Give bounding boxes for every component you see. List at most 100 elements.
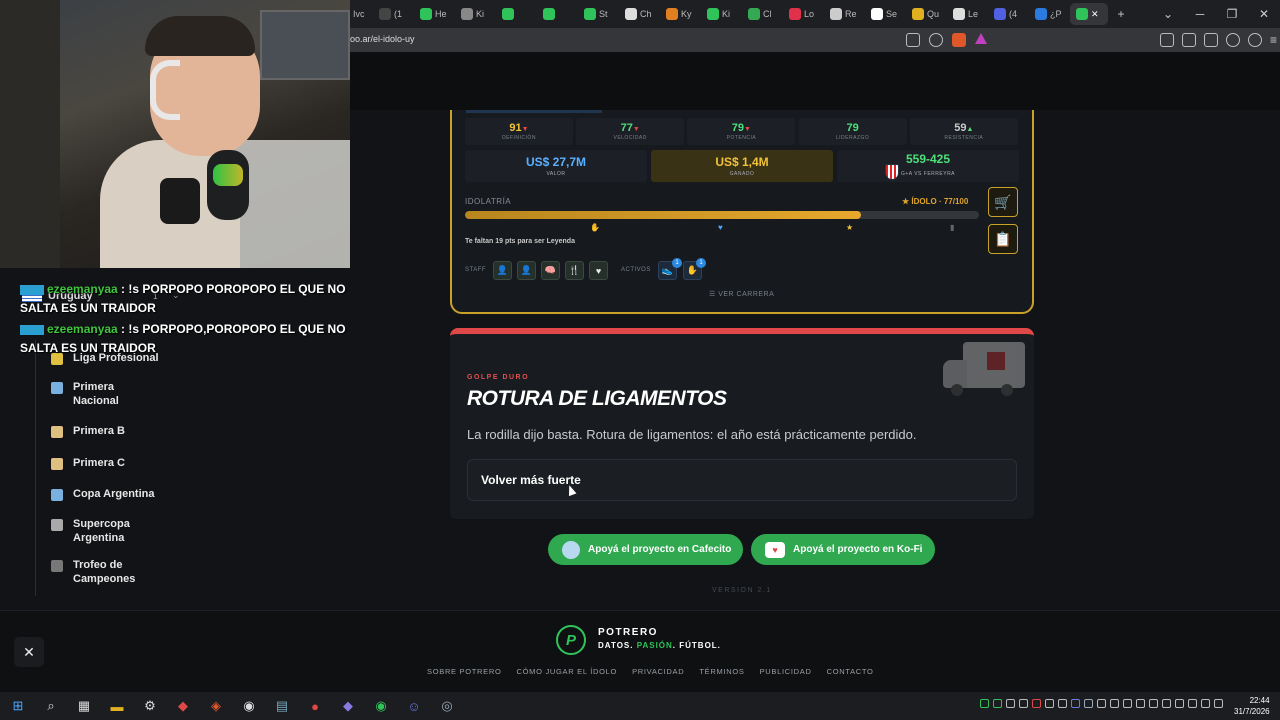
app-icon[interactable]: ◆ [168, 695, 198, 717]
staff-coach-icon[interactable]: 👤 [493, 261, 512, 280]
shop-button[interactable]: 🛒 [988, 187, 1018, 217]
tray-icon[interactable] [1201, 699, 1210, 708]
browser-tab[interactable]: Se [865, 3, 906, 25]
browser-tab[interactable] [537, 3, 578, 25]
extensions-icon[interactable] [1160, 33, 1174, 47]
idolatria-score: ★ ÍDOLO · 77/100 [902, 197, 969, 206]
clipboard-button[interactable]: 📋 [988, 224, 1018, 254]
obs-icon[interactable]: ◉ [234, 695, 264, 717]
active-tab[interactable]: ✕ [1070, 3, 1108, 25]
tray-icon[interactable] [1136, 699, 1145, 708]
close-tab-icon[interactable]: ✕ [1091, 9, 1099, 20]
tray-icon[interactable] [993, 699, 1002, 708]
sidebar-item[interactable]: Trofeo de Campeones [73, 558, 145, 586]
browser-tab[interactable]: (1 [373, 3, 414, 25]
sidebar-item[interactable]: Copa Argentina [73, 487, 183, 501]
sidebar-item[interactable]: Supercopa Argentina [73, 517, 145, 545]
potrero-logo[interactable]: P [556, 625, 586, 655]
tray-icon[interactable] [1188, 699, 1197, 708]
staff-psychologist-icon[interactable]: 🧠 [541, 261, 560, 280]
record-icon[interactable]: ● [300, 695, 330, 717]
tray-icon[interactable] [1071, 699, 1080, 708]
hand-icon: ✋ [590, 223, 600, 232]
browser-tab[interactable]: Lo [783, 3, 824, 25]
discord-icon[interactable]: ☺ [399, 695, 429, 717]
steam-icon[interactable]: ◎ [432, 695, 462, 717]
tray-icon[interactable] [1110, 699, 1119, 708]
tray-icon[interactable] [1123, 699, 1132, 708]
notepad-icon[interactable]: ▤ [267, 695, 297, 717]
browser-tab[interactable]: ¿P [1029, 3, 1070, 25]
tray-icon[interactable] [1214, 699, 1223, 708]
tray-icon[interactable] [1058, 699, 1067, 708]
footer-link[interactable]: SOBRE POTRERO [427, 667, 502, 676]
vs-icon[interactable]: ◆ [333, 695, 363, 717]
browser-tab[interactable]: Re [824, 3, 865, 25]
browser-tab[interactable]: Le [947, 3, 988, 25]
x-social-button[interactable]: ✕ [14, 637, 44, 667]
menu-icon[interactable]: ≡ [1270, 33, 1277, 47]
tray-icon[interactable] [1019, 699, 1028, 708]
staff-medic-icon[interactable]: ♥ [589, 261, 608, 280]
competition-icon [51, 519, 63, 531]
footer-link[interactable]: PRIVACIDAD [632, 667, 684, 676]
browser-tab[interactable]: Cl [742, 3, 783, 25]
spotify-icon[interactable]: ◉ [366, 695, 396, 717]
tab-favicon-icon [830, 8, 842, 20]
url-text[interactable]: oo.ar/el-idolo-uy [350, 34, 415, 44]
sidebar-item[interactable]: Primera Nacional [73, 380, 145, 408]
tray-icon[interactable] [1032, 699, 1041, 708]
windows-start-icon[interactable]: ⊞ [3, 695, 33, 717]
sidebar-item[interactable]: Primera C [73, 456, 183, 470]
browser-tab[interactable] [496, 3, 537, 25]
wallet-icon[interactable] [1204, 33, 1218, 47]
browser-tab[interactable]: Qu [906, 3, 947, 25]
sidebar-item[interactable]: Primera B [73, 424, 183, 438]
webcam-door [0, 0, 60, 268]
cafecito-icon [562, 540, 580, 559]
tray-icon[interactable] [1162, 699, 1171, 708]
tray-icon[interactable] [1175, 699, 1184, 708]
tab-favicon-icon [871, 8, 883, 20]
browser-tab[interactable]: (4 [988, 3, 1029, 25]
browser-tab[interactable]: Ch [619, 3, 660, 25]
footer-link[interactable]: PUBLICIDAD [760, 667, 812, 676]
settings-icon[interactable]: ⚙ [135, 695, 165, 717]
cafecito-button[interactable]: Apoyá el proyecto en Cafecito [548, 534, 743, 565]
browser-tab[interactable]: St [578, 3, 619, 25]
browser-tab[interactable]: Ky [660, 3, 701, 25]
footer-link[interactable]: CÓMO JUGAR EL ÍDOLO [517, 667, 618, 676]
staff-nutrition-icon[interactable]: 🍴 [565, 261, 584, 280]
file-explorer-icon[interactable]: ▬ [102, 695, 132, 717]
browser-tab[interactable]: He [414, 3, 455, 25]
browser-tab[interactable]: Ki [455, 3, 496, 25]
chevron-down-icon[interactable]: ⌄ [1152, 7, 1184, 21]
footer-link[interactable]: TÉRMINOS [699, 667, 744, 676]
staff-agent-icon[interactable]: 👤 [517, 261, 536, 280]
career-link[interactable]: ☰ VER CARRERA [709, 290, 774, 298]
kofi-button[interactable]: ♥ Apoyá el proyecto en Ko-Fi [751, 534, 935, 565]
tray-icon[interactable] [1006, 699, 1015, 708]
cast-icon[interactable] [906, 33, 920, 47]
brave-shield-icon[interactable] [952, 33, 966, 47]
tray-icon[interactable] [1084, 699, 1093, 708]
sidebar-icon[interactable] [1182, 33, 1196, 47]
task-view-icon[interactable]: ▦ [69, 695, 99, 717]
minimize-icon[interactable]: ─ [1184, 7, 1216, 21]
brave-rewards-icon[interactable] [975, 33, 987, 44]
new-tab-icon[interactable]: + [1108, 7, 1134, 21]
tray-icon[interactable] [1045, 699, 1054, 708]
zoom-icon[interactable] [929, 33, 943, 47]
tray-icon[interactable] [1149, 699, 1158, 708]
maximize-icon[interactable]: ❐ [1216, 7, 1248, 21]
brave-icon[interactable]: ◈ [201, 695, 231, 717]
footer-link[interactable]: CONTACTO [827, 667, 874, 676]
close-window-icon[interactable]: ✕ [1248, 7, 1280, 21]
vpn-icon[interactable] [1248, 33, 1262, 47]
search-icon[interactable]: ⌕ [36, 695, 66, 717]
browser-tab[interactable]: Ki [701, 3, 742, 25]
tray-icon[interactable] [980, 699, 989, 708]
tray-icon[interactable] [1097, 699, 1106, 708]
leo-icon[interactable] [1226, 33, 1240, 47]
volver-mas-fuerte-button[interactable]: Volver más fuerte [467, 459, 1017, 501]
